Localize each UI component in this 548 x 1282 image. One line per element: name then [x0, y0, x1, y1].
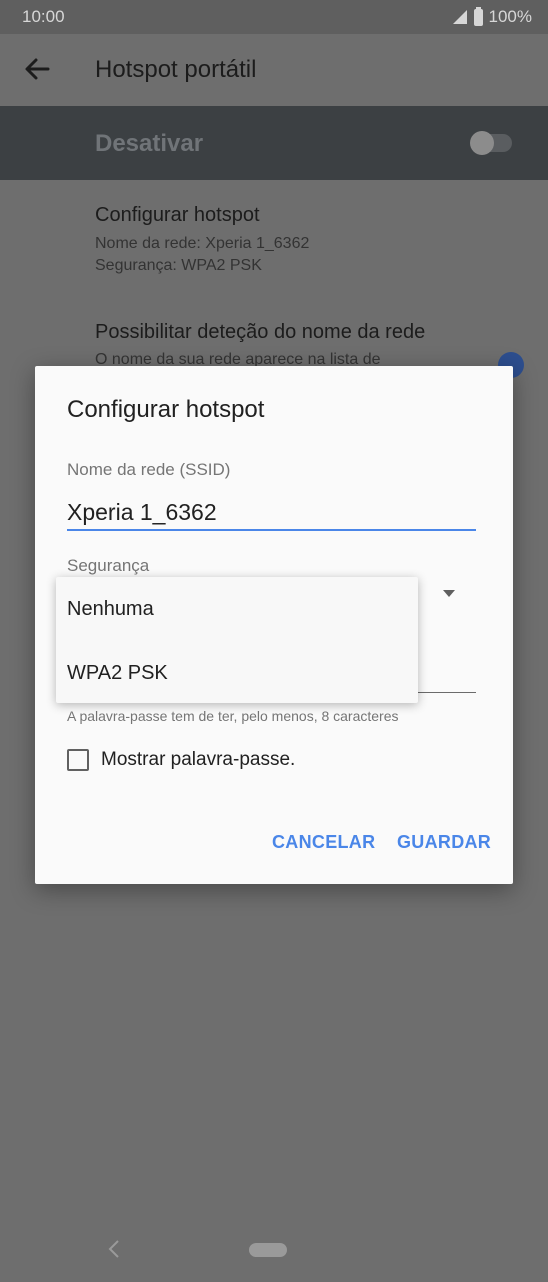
security-dropdown-menu: Nenhuma WPA2 PSK	[56, 577, 418, 703]
signal-icon	[452, 10, 467, 24]
security-label: Segurança	[67, 556, 150, 575]
setting-title: Configurar hotspot	[95, 204, 260, 226]
setting-network-name-visibility[interactable]: Possibilitar deteção do nome da rede O n…	[95, 321, 425, 371]
setting-network-name: Nome da rede: Xperia 1_6362	[95, 235, 310, 252]
dialog-title: Configurar hotspot	[67, 396, 265, 423]
battery-icon	[473, 6, 483, 26]
cancel-button[interactable]: CANCELAR	[272, 832, 375, 853]
status-time: 10:00	[22, 7, 65, 26]
status-bar: 10:00 100%	[0, 0, 548, 34]
nav-back-icon[interactable]	[104, 1238, 124, 1260]
ssid-label: Nome da rede (SSID)	[67, 460, 231, 479]
hotspot-toggle-label: Desativar	[95, 130, 204, 157]
menu-item-wpa2-psk[interactable]: WPA2 PSK	[67, 662, 168, 685]
setting-configure-hotspot[interactable]: Configurar hotspot Nome da rede: Xperia …	[95, 204, 309, 277]
app-bar: Hotspot portátil	[0, 34, 548, 106]
ssid-input-underline	[67, 529, 476, 531]
setting-security: Segurança: WPA2 PSK	[95, 257, 262, 274]
nav-home-button[interactable]	[249, 1243, 287, 1257]
hotspot-switch[interactable]	[470, 131, 512, 155]
password-hint: A palavra-passe tem de ter, pelo menos, …	[67, 708, 399, 724]
save-button[interactable]: GUARDAR	[397, 832, 491, 853]
back-arrow-icon[interactable]	[22, 54, 52, 84]
setting-title: Possibilitar deteção do nome da rede	[95, 321, 426, 343]
show-password-checkbox[interactable]	[67, 749, 89, 771]
switch-knob	[470, 131, 494, 155]
password-input-underline[interactable]	[415, 692, 476, 693]
page-title: Hotspot portátil	[95, 56, 257, 83]
show-password-label[interactable]: Mostrar palavra-passe.	[101, 749, 295, 771]
hotspot-toggle-row[interactable]: Desativar	[0, 106, 548, 180]
dropdown-arrow-icon[interactable]	[443, 590, 455, 597]
battery-percent: 100%	[488, 7, 532, 26]
ssid-input[interactable]: Xperia 1_6362	[67, 499, 217, 526]
menu-item-none[interactable]: Nenhuma	[67, 598, 154, 621]
status-icons: 100%	[452, 6, 532, 27]
